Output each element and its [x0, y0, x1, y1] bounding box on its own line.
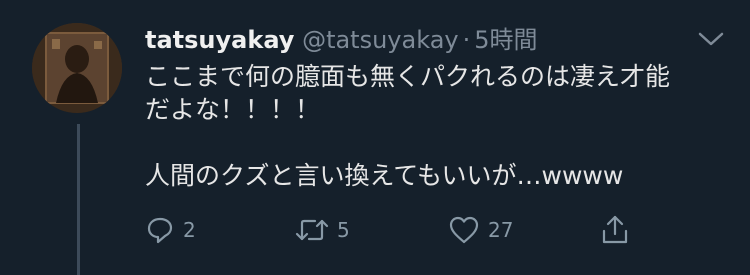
tweet-card[interactable]: tatsuyakay @tatsuyakay · 5時間 ここまで何の臆面も無くパク…: [0, 0, 750, 275]
reply-count: 2: [183, 218, 196, 242]
action-bar: 2 5 27: [145, 212, 645, 248]
avatar[interactable]: [32, 23, 122, 113]
share-button[interactable]: [600, 212, 630, 248]
tweet-text: ここまで何の臆面も無くパクれるのは凄え才能 だよな！！！！ 人間のクズと言い換え…: [145, 62, 671, 190]
timestamp[interactable]: 5時間: [474, 26, 537, 54]
retweet-count: 5: [337, 218, 350, 242]
thread-line: [77, 124, 80, 275]
retweet-icon: [295, 219, 329, 241]
heart-icon: [449, 216, 479, 244]
like-count: 27: [488, 218, 514, 242]
like-button[interactable]: 27: [448, 212, 513, 248]
tweet-header: tatsuyakay @tatsuyakay · 5時間: [145, 20, 538, 55]
reply-icon: [147, 217, 173, 244]
retweet-button[interactable]: 5: [295, 212, 350, 248]
reply-button[interactable]: 2: [145, 212, 196, 248]
chevron-down-icon[interactable]: [697, 30, 725, 48]
share-icon: [602, 215, 628, 244]
display-name[interactable]: tatsuyakay: [145, 26, 294, 54]
avatar-photo: [32, 23, 122, 113]
separator-dot: ·: [462, 26, 471, 54]
user-handle[interactable]: @tatsuyakay: [302, 26, 459, 54]
